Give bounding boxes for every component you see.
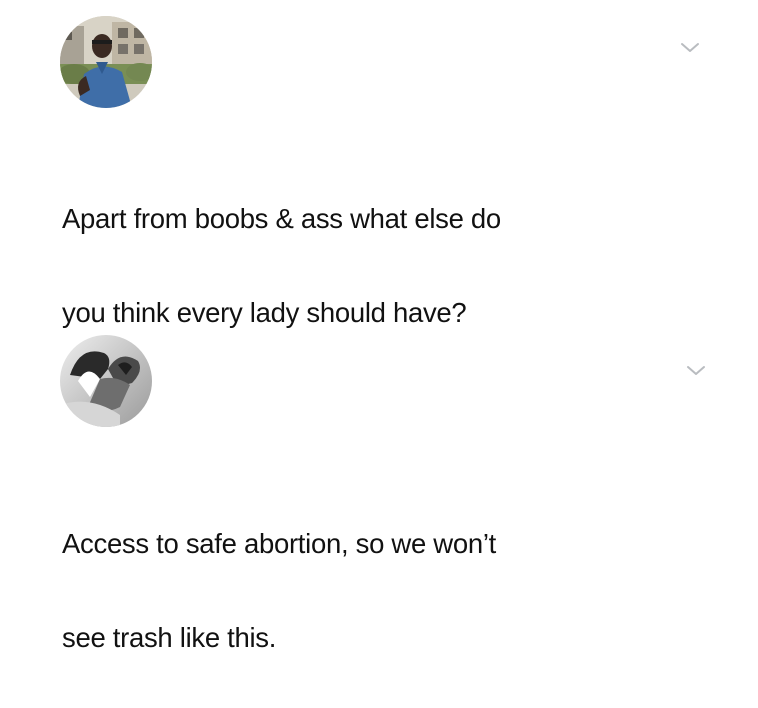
tweet: Apart from boobs & ass what else do you … [0, 0, 758, 328]
avatar-photo [60, 335, 152, 427]
tweet-reply: Access to safe abortion, so we won’t see… [0, 290, 758, 653]
chevron-down-icon[interactable] [685, 363, 707, 379]
user-avatar[interactable] [60, 16, 152, 108]
tweet-text-line: see trash like this. [62, 622, 277, 653]
user-avatar[interactable] [60, 335, 152, 427]
tweet-text-line: Access to safe abortion, so we won’t [62, 528, 497, 559]
tweet-text-line: Apart from boobs & ass what else do [62, 203, 501, 234]
avatar-photo [60, 16, 152, 108]
chevron-down-icon[interactable] [679, 40, 701, 56]
tweet-text: Access to safe abortion, so we won’t see… [62, 473, 702, 708]
